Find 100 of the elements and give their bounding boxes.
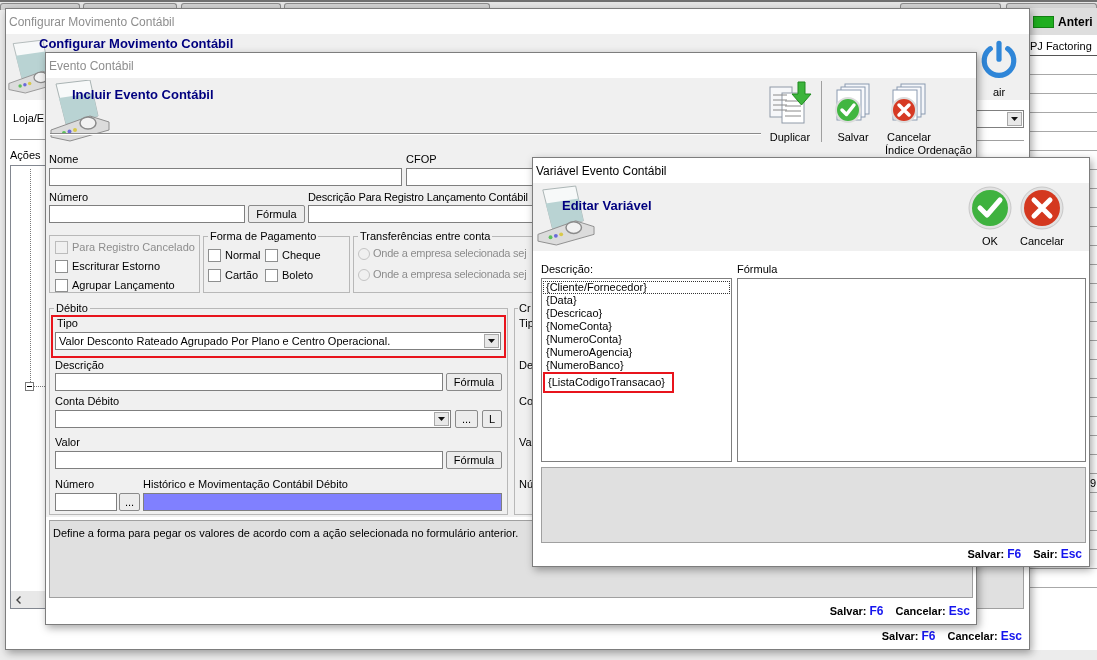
formula-button[interactable]: Fórmula [248, 205, 305, 223]
shortcut-key: Esc [1000, 630, 1022, 643]
check-icon [968, 186, 1012, 230]
shortcut-label: Sair: [1033, 548, 1058, 561]
shortcut-label: Salvar: [967, 548, 1005, 561]
collapse-icon[interactable] [25, 382, 34, 391]
text-field[interactable] [49, 205, 245, 223]
field-label: Va [518, 436, 533, 449]
ellipsis-button[interactable]: ... [119, 493, 140, 511]
letter-button[interactable]: L [482, 410, 502, 428]
checkbox[interactable] [265, 249, 278, 262]
field-label: Fórmula [737, 263, 778, 276]
list-item[interactable]: {NumeroAgencia} [543, 346, 730, 359]
shortcut-label: Cancelar: [895, 604, 946, 618]
caret-icon [1007, 112, 1022, 126]
documents-arrow-icon [767, 81, 812, 125]
indicator-icon [1033, 15, 1054, 28]
shortcut-key: F6 [921, 630, 936, 643]
group-title: Transferências entre conta [359, 230, 492, 243]
window-heading: Configurar Movimento Contábil [39, 36, 235, 52]
filter-label: Loja/E [13, 112, 46, 125]
checkbox-label: Para Registro Cancelado [72, 241, 195, 254]
toolbar-button[interactable]: Salvar [827, 78, 878, 145]
dropdown[interactable] [55, 410, 451, 428]
field-label: De [518, 359, 535, 372]
text-field[interactable] [55, 373, 443, 391]
list-item[interactable]: {NumeroConta} [543, 333, 730, 346]
radio-label: Onde a empresa selecionada sej [373, 247, 527, 260]
shortcut-key: Esc [948, 604, 970, 618]
hint-text: Define a forma para pegar os valores de acordo com a ação selecionada no formulário anterior. [53, 527, 520, 540]
shortcut-key: Esc [1060, 548, 1082, 561]
power-icon [979, 40, 1019, 80]
scroll-left-icon[interactable] [16, 595, 21, 604]
shortcut-key: F6 [1007, 548, 1022, 561]
field-label: Número [49, 191, 90, 204]
formula-button[interactable]: Fórmula [446, 451, 502, 469]
shortcut-label: Cancelar: [947, 630, 998, 643]
checkbox-label: Cartão [225, 269, 259, 282]
field-label: Índice Ordenação [885, 144, 972, 157]
caret-icon [484, 334, 499, 348]
list-item[interactable]: {Descricao} [543, 307, 730, 320]
checkbox[interactable] [208, 269, 221, 282]
table-cell: 9 [1089, 476, 1096, 490]
ellipsis-button[interactable]: ... [455, 410, 478, 428]
formula-button[interactable]: Fórmula [446, 373, 502, 391]
dialog-button[interactable]: Cancelar [1019, 186, 1065, 251]
formula-field[interactable] [737, 278, 1086, 462]
dropdown[interactable] [976, 110, 1024, 128]
text-field[interactable] [55, 493, 117, 511]
text-field[interactable] [406, 168, 533, 186]
text-field[interactable] [308, 205, 533, 223]
close-icon [1020, 186, 1064, 230]
field-label: Nú [518, 478, 535, 491]
field-label: Valor [55, 436, 81, 449]
text-field[interactable] [49, 168, 402, 186]
caret-icon [434, 412, 449, 426]
list-box[interactable]: {Cliente/Fornecedor} {Data} {Descricao} {NomeConta} {NumeroConta} {NumeroAgencia} {NumeroBanco} {ListaCodigoTransacao} [541, 278, 732, 462]
list-item[interactable]: {NumeroBanco} [543, 359, 730, 372]
section-label: Ações [10, 149, 42, 162]
group-title: Forma de Pagamento [209, 230, 318, 243]
field-label: Conta Débito [55, 395, 121, 408]
field-label: Descrição [55, 359, 105, 372]
checkbox-label: Agrupar Lançamento [72, 279, 175, 292]
group-title: Débito [55, 302, 89, 315]
checkbox-label: Boleto [282, 269, 314, 282]
window-title: Evento Contábil [49, 58, 134, 73]
list-item[interactable]: {ListaCodigoTransacao} [545, 376, 672, 389]
window-title: Configurar Movimento Contábil [9, 14, 175, 29]
history-field[interactable] [143, 493, 502, 511]
field-label: Descrição Para Registro Lançamento Contábil [308, 191, 528, 204]
field-label: CFOP [406, 153, 438, 166]
field-label: Tipo [56, 317, 79, 330]
nav-label[interactable]: Anteri [1058, 14, 1093, 29]
list-item[interactable]: {Data} [543, 294, 730, 307]
checkbox[interactable] [208, 249, 221, 262]
scrollbar[interactable] [11, 591, 45, 608]
text-field[interactable] [55, 451, 443, 469]
checkbox[interactable] [55, 260, 68, 273]
field-label: Número [55, 478, 96, 491]
list-item[interactable]: {Cliente/Fornecedor} [543, 281, 730, 294]
shortcut-key: F6 [869, 604, 884, 618]
window-heading: Editar Variável [562, 198, 653, 214]
shortcut-label: Salvar: [881, 630, 919, 643]
info-panel [976, 566, 1024, 609]
window-title: Variável Evento Contábil [536, 163, 667, 178]
checkbox[interactable] [55, 279, 68, 292]
toolbar-button[interactable]: Cancelar [883, 78, 934, 145]
shortcut-label: Salvar: [829, 604, 867, 618]
dialog-button[interactable]: OK [967, 186, 1013, 251]
list-item[interactable]: {NomeConta} [543, 320, 730, 333]
dropdown[interactable]: Valor Desconto Rateado Agrupado Por Plano e Centro Operacional. [55, 332, 501, 350]
toolbar-button[interactable]: Duplicar [764, 78, 815, 145]
checkbox[interactable] [265, 269, 278, 282]
field-label: Nome [49, 153, 80, 166]
field-label: Descrição: [541, 263, 594, 276]
column-header: PJ Factoring [1030, 40, 1092, 53]
exit-button[interactable]: air [979, 40, 1019, 99]
group-title: Cr [518, 302, 532, 315]
radio-label: Onde a empresa selecionada sej [373, 268, 527, 281]
field-label: Histórico e Movimentação Contábil Débito [143, 478, 348, 491]
